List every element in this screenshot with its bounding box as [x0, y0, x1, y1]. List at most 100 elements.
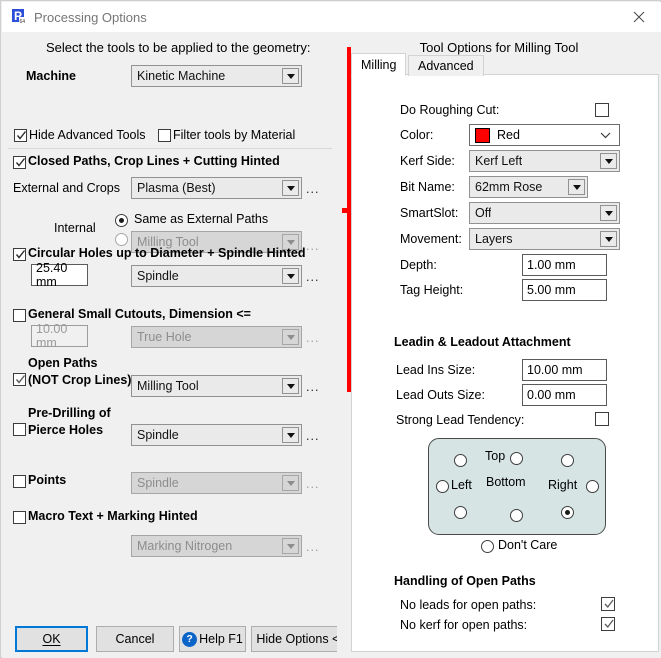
macro-text-tool-value: Marking Nitrogen	[137, 539, 233, 553]
external-and-crops-combobox[interactable]: Plasma (Best)	[131, 177, 302, 199]
lead-direction-bottom-label: Bottom	[486, 475, 526, 489]
macro-text-checkbox[interactable]	[13, 511, 26, 524]
chevron-down-icon[interactable]	[282, 378, 299, 394]
tag-height-label: Tag Height:	[400, 283, 464, 297]
circular-holes-more-button[interactable]: ...	[306, 270, 319, 284]
chevron-down-icon	[282, 329, 299, 345]
points-checkbox[interactable]	[13, 475, 26, 488]
lead-direction-bottom-center-radio[interactable]	[510, 509, 523, 522]
lead-direction-dont-care-radio[interactable]	[481, 540, 494, 553]
lead-direction-top-label: Top	[485, 449, 506, 463]
kerf-side-combobox[interactable]: Kerf Left	[469, 150, 620, 172]
hide-advanced-tools-checkbox[interactable]	[14, 129, 27, 142]
internal-tool-radio[interactable]	[115, 233, 128, 246]
red-highlight-tick	[342, 208, 348, 213]
pre-drilling-label-line2: Pierce Holes	[28, 423, 104, 437]
bit-name-combobox[interactable]: 62mm Rose	[469, 176, 588, 198]
general-cutouts-tool-combobox: True Hole	[131, 326, 302, 348]
movement-label: Movement:	[400, 232, 462, 246]
cancel-button-label: Cancel	[115, 632, 155, 646]
no-kerf-open-paths-checkbox[interactable]	[601, 617, 615, 631]
pre-drilling-checkbox[interactable]	[13, 423, 26, 436]
close-icon[interactable]	[616, 2, 661, 32]
lead-direction-top-right-radio[interactable]	[561, 454, 574, 467]
lead-outs-size-label: Lead Outs Size:	[396, 388, 485, 402]
color-swatch	[475, 127, 490, 143]
lead-direction-middle-right-radio[interactable]	[586, 480, 599, 493]
pre-drilling-tool-combobox[interactable]: Spindle	[131, 424, 302, 446]
lead-direction-dont-care-label: Don't Care	[498, 538, 558, 552]
movement-combobox[interactable]: Layers	[469, 228, 620, 250]
chevron-down-icon[interactable]	[600, 153, 617, 169]
milling-tab-page: Do Roughing Cut: Color: Red Kerf Side: K…	[351, 74, 659, 652]
tab-advanced[interactable]: Advanced	[408, 55, 484, 76]
circular-holes-size-input[interactable]: 25.40 mm	[31, 261, 88, 289]
internal-tool-more-button: ...	[306, 239, 320, 253]
general-cutouts-size-input: 10.00 mm	[31, 322, 88, 350]
cancel-button[interactable]: Cancel	[96, 626, 174, 652]
ok-button-label: OK	[42, 632, 61, 646]
no-kerf-open-paths-label: No kerf for open paths:	[400, 618, 528, 632]
filter-tools-by-material-checkbox[interactable]	[158, 129, 171, 142]
depth-input[interactable]: 1.00 mm	[522, 254, 607, 276]
smartslot-label: SmartSlot:	[400, 206, 459, 220]
closed-paths-label: Closed Paths, Crop Lines + Cutting Hinte…	[28, 154, 280, 168]
pre-drilling-more-button[interactable]: ...	[306, 429, 319, 443]
no-leads-open-paths-checkbox[interactable]	[601, 597, 615, 611]
circular-holes-tool-combobox[interactable]: Spindle	[131, 265, 302, 287]
lead-direction-top-center-radio[interactable]	[510, 452, 523, 465]
tool-options-pane: Tool Options for Milling Tool Milling Ad…	[337, 32, 661, 658]
internal-same-as-external-radio[interactable]	[115, 214, 128, 227]
macro-text-label: Macro Text + Marking Hinted	[28, 509, 198, 523]
open-paths-tool-combobox[interactable]: Milling Tool	[131, 375, 302, 397]
chevron-down-icon[interactable]	[600, 231, 617, 247]
do-roughing-cut-checkbox[interactable]	[595, 103, 609, 117]
color-combobox[interactable]: Red	[469, 124, 620, 146]
chevron-down-icon[interactable]	[282, 180, 299, 196]
tag-height-input[interactable]: 5.00 mm	[522, 279, 607, 301]
machine-combobox[interactable]: Kinetic Machine	[131, 65, 302, 87]
external-and-crops-more-button[interactable]: ...	[306, 182, 319, 196]
color-value: Red	[497, 128, 520, 142]
chevron-down-icon[interactable]	[568, 179, 585, 195]
general-cutouts-size-value: 10.00 mm	[36, 322, 68, 350]
open-paths-checkbox[interactable]	[13, 373, 26, 386]
divider	[8, 148, 332, 149]
open-paths-more-button[interactable]: ...	[306, 380, 319, 394]
lead-ins-size-input[interactable]: 10.00 mm	[522, 359, 607, 381]
closed-paths-checkbox[interactable]	[13, 156, 26, 169]
open-paths-label-line2: (NOT Crop Lines)	[28, 373, 132, 387]
lead-direction-bottom-left-radio[interactable]	[454, 506, 467, 519]
chevron-down-icon[interactable]	[282, 427, 299, 443]
pre-drilling-tool-value: Spindle	[137, 428, 179, 442]
lead-direction-top-left-radio[interactable]	[454, 454, 467, 467]
window-title: Processing Options	[34, 10, 147, 25]
help-icon: ?	[182, 631, 198, 647]
circular-holes-label: Circular Holes up to Diameter + Spindle …	[28, 246, 306, 260]
processing-options-window: P 64 Processing Options Select the tools…	[0, 0, 661, 658]
kerf-side-value: Kerf Left	[475, 154, 523, 168]
chevron-down-icon	[282, 538, 299, 554]
circular-holes-checkbox[interactable]	[13, 248, 26, 261]
lead-direction-bottom-right-radio[interactable]	[561, 506, 574, 519]
tab-milling[interactable]: Milling	[351, 53, 407, 76]
do-roughing-cut-label: Do Roughing Cut:	[400, 103, 500, 117]
general-cutouts-checkbox[interactable]	[13, 309, 26, 322]
chevron-down-icon[interactable]	[282, 68, 299, 84]
help-button-label: Help F1	[199, 632, 243, 646]
chevron-down-icon[interactable]	[600, 205, 617, 221]
chevron-down-icon[interactable]	[282, 268, 299, 284]
smartslot-combobox[interactable]: Off	[469, 202, 620, 224]
lead-direction-right-label: Right	[548, 478, 578, 492]
points-tool-value: Spindle	[137, 476, 179, 490]
points-more-button: ...	[306, 477, 320, 491]
hide-options-button-label: Hide Options <<	[256, 632, 347, 646]
strong-lead-tendency-checkbox[interactable]	[595, 412, 609, 426]
general-cutouts-more-button: ...	[306, 331, 320, 345]
macro-text-more-button: ...	[306, 540, 320, 554]
help-button[interactable]: ? Help F1	[179, 626, 246, 652]
lead-outs-size-input[interactable]: 0.00 mm	[522, 384, 607, 406]
points-tool-combobox: Spindle	[131, 472, 302, 494]
lead-direction-middle-left-radio[interactable]	[436, 480, 449, 493]
ok-button[interactable]: OK	[15, 626, 88, 652]
